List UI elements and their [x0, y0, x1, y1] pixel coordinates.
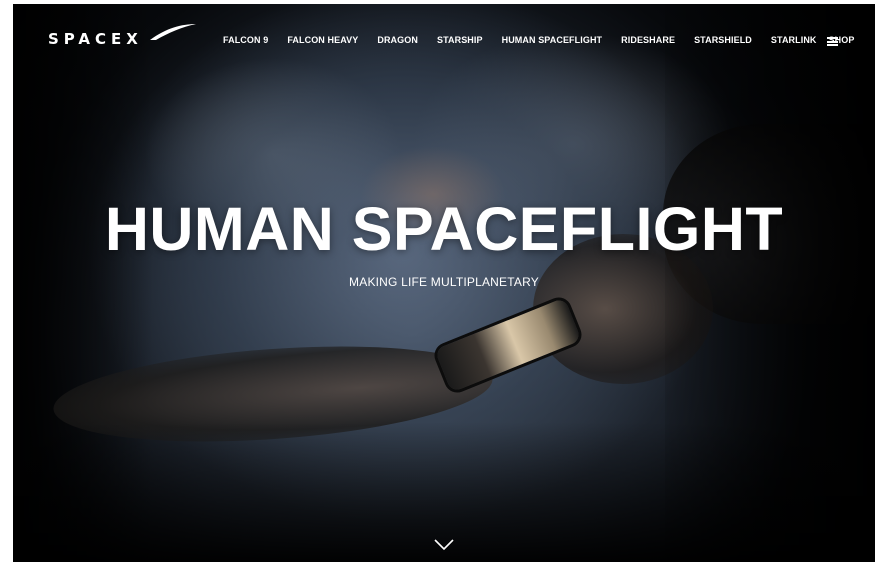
top-navigation: SPACEX FALCON 9 FALCON HEAVY DRAGON STAR… [13, 4, 875, 74]
hero-title: HUMAN SPACEFLIGHT [104, 195, 784, 263]
page-frame: SPACEX FALCON 9 FALCON HEAVY DRAGON STAR… [13, 4, 875, 562]
nav-item-starlink[interactable]: STARLINK [771, 35, 817, 45]
hero-subtitle: MAKING LIFE MULTIPLANETARY [349, 275, 539, 289]
spacex-logo[interactable]: SPACEX [48, 30, 143, 48]
nav-item-starshield[interactable]: STARSHIELD [694, 35, 752, 45]
nav-item-human-spaceflight[interactable]: HUMAN SPACEFLIGHT [502, 35, 603, 45]
nav-links: FALCON 9 FALCON HEAVY DRAGON STARSHIP HU… [223, 35, 873, 45]
nav-item-starship[interactable]: STARSHIP [437, 35, 483, 45]
chevron-down-icon[interactable] [433, 538, 455, 552]
logo-swoosh-icon [150, 24, 196, 40]
nav-item-dragon[interactable]: DRAGON [377, 35, 418, 45]
hamburger-menu-icon[interactable] [827, 37, 838, 46]
nav-item-falcon-heavy[interactable]: FALCON HEAVY [287, 35, 358, 45]
nav-item-falcon-9[interactable]: FALCON 9 [223, 35, 268, 45]
nav-item-rideshare[interactable]: RIDESHARE [621, 35, 675, 45]
